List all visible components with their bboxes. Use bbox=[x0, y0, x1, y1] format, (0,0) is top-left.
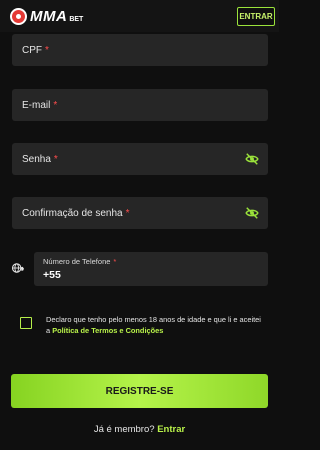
top-bar: MMA BET ENTRAR bbox=[0, 0, 279, 32]
phone-value: +55 bbox=[43, 269, 61, 281]
logo-sub: BET bbox=[69, 15, 84, 23]
login-link[interactable]: Entrar bbox=[157, 424, 185, 435]
cpf-field[interactable]: CPF * bbox=[12, 34, 268, 66]
terms-link[interactable]: Política de Termos e Condições bbox=[52, 326, 163, 335]
eye-off-icon[interactable] bbox=[245, 152, 259, 166]
password-label: Senha bbox=[22, 153, 51, 165]
phone-label: Número de Telefone * bbox=[43, 257, 116, 266]
phone-label-text: Número de Telefone bbox=[43, 257, 111, 266]
member-question: Já é membro? bbox=[93, 424, 155, 435]
logo-text: MMA bbox=[30, 7, 68, 25]
phone-icon bbox=[11, 263, 24, 273]
cpf-label: CPF bbox=[22, 44, 42, 56]
logo-icon bbox=[10, 7, 27, 25]
required-mark: * bbox=[113, 257, 117, 266]
terms-text: Declaro que tenho pelo menos 18 anos de … bbox=[46, 314, 262, 336]
email-field[interactable]: E-mail * bbox=[12, 89, 268, 121]
required-mark: * bbox=[45, 44, 49, 56]
phone-field[interactable]: Número de Telefone * +55 bbox=[34, 252, 268, 286]
password-confirm-label: Confirmação de senha bbox=[22, 207, 123, 219]
password-confirm-field[interactable]: Confirmação de senha * bbox=[12, 197, 268, 229]
member-prompt: Já é membro? Entrar bbox=[0, 424, 279, 435]
required-mark: * bbox=[53, 99, 58, 111]
eye-off-icon[interactable] bbox=[245, 206, 259, 220]
logo[interactable]: MMA BET bbox=[10, 7, 83, 25]
register-button[interactable]: REGISTRE-SE bbox=[11, 374, 268, 408]
required-mark: * bbox=[53, 153, 58, 165]
terms-checkbox[interactable] bbox=[20, 317, 32, 329]
email-label: E-mail bbox=[22, 99, 51, 111]
password-field[interactable]: Senha * bbox=[12, 143, 268, 175]
required-mark: * bbox=[125, 207, 130, 219]
enter-button[interactable]: ENTRAR bbox=[237, 7, 275, 26]
